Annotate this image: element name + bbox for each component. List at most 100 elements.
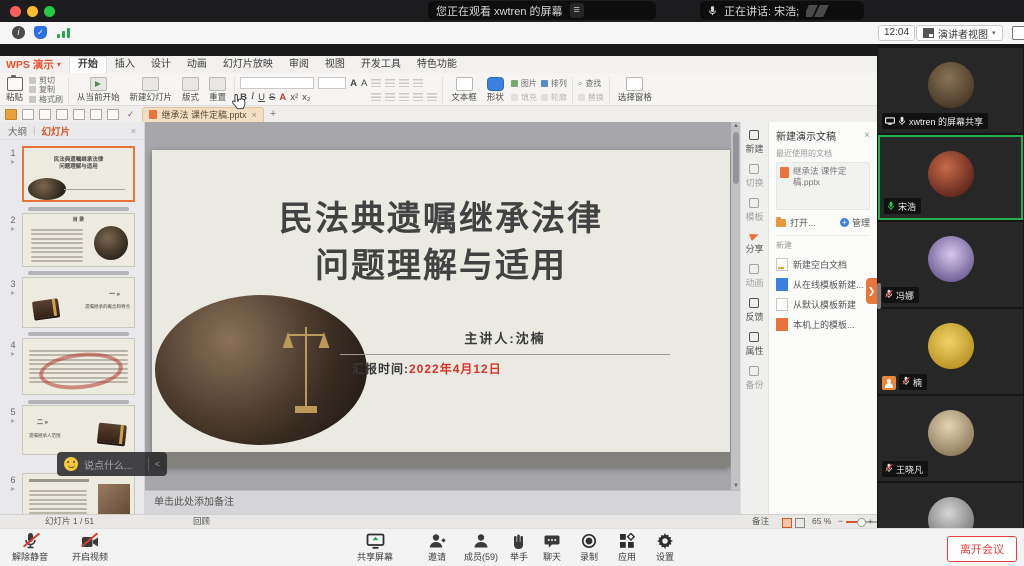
new-blank-doc[interactable]: 新建空白文档	[776, 258, 870, 271]
outline-button[interactable]: 轮廓	[541, 93, 567, 102]
slide-thumb-4[interactable]	[22, 338, 135, 395]
zoom-traffic-light[interactable]	[44, 6, 55, 17]
security-shield-icon[interactable]: ✓	[34, 26, 47, 39]
recent-doc-item[interactable]: 继承法 课件定稿.pptx	[776, 162, 870, 210]
tab-outline[interactable]: 大纲	[8, 124, 27, 138]
participant-tile-screenshare[interactable]: xwtren 的屏幕共享	[878, 48, 1023, 133]
tab-devtools[interactable]: 开发工具	[353, 57, 409, 73]
apps-button[interactable]: 应用	[618, 532, 636, 563]
fullscreen-icon[interactable]	[1012, 26, 1024, 40]
side-tab-template[interactable]: 模板	[745, 198, 763, 223]
leave-meeting-button[interactable]: 离开会议	[947, 536, 1017, 562]
tab-special[interactable]: 特色功能	[409, 57, 465, 73]
slide-thumb-2[interactable]: 目 录	[22, 213, 135, 267]
close-pane-icon[interactable]: ×	[864, 130, 870, 141]
manage-link[interactable]: + 管理	[840, 216, 870, 229]
tab-home[interactable]: 开始	[69, 56, 107, 73]
side-tab-new[interactable]: 新建	[745, 130, 763, 155]
underline-button[interactable]: U	[258, 92, 265, 103]
pane-expand-button[interactable]: ❯	[866, 278, 877, 304]
tab-design[interactable]: 设计	[143, 57, 179, 73]
slideshow-view-icon[interactable]	[795, 518, 805, 528]
side-tab-animation[interactable]: 动画	[745, 264, 763, 289]
tab-insert[interactable]: 插入	[107, 57, 143, 73]
start-video-button[interactable]: 开启视频	[72, 532, 108, 563]
line-spacing-icon[interactable]	[413, 79, 423, 87]
output-icon[interactable]	[39, 109, 51, 120]
canvas-scrollbar[interactable]: ▲ ▼	[731, 122, 740, 490]
notes-placeholder[interactable]: 单击此处添加备注	[145, 490, 740, 514]
chat-quick-input[interactable]: 说点什么... <	[57, 452, 167, 476]
participant-tile-6[interactable]	[878, 483, 1023, 528]
slide-thumb-6[interactable]	[22, 473, 135, 514]
slide-thumb-3[interactable]: 一 » 遗嘱继承的概念和特点	[22, 277, 135, 328]
picture-button[interactable]: 图片	[511, 79, 537, 88]
share-screen-button[interactable]: 共享屏幕	[357, 532, 393, 563]
arrange-button[interactable]: 排列	[541, 79, 567, 88]
paste-button[interactable]: 粘贴	[2, 75, 27, 105]
preview-icon[interactable]	[73, 109, 85, 120]
reset-button[interactable]: 重置	[204, 75, 231, 105]
collapse-chat-icon[interactable]: <	[148, 457, 160, 471]
new-tab-button[interactable]: +	[270, 108, 276, 120]
number-list-icon[interactable]	[385, 79, 395, 87]
undo-icon[interactable]	[90, 109, 102, 120]
settings-button[interactable]: 设置	[656, 532, 674, 563]
find-button[interactable]: ⌕查找	[578, 79, 604, 88]
open-link[interactable]: 打开...	[790, 216, 816, 229]
fill-button[interactable]: 填充	[511, 93, 537, 102]
participant-tile-nan[interactable]: 楠	[878, 309, 1023, 394]
unmute-button[interactable]: 解除静音	[12, 532, 48, 563]
chat-placeholder[interactable]: 说点什么...	[84, 457, 142, 472]
scrollbar-thumb[interactable]	[733, 132, 739, 184]
side-tab-properties[interactable]: 属性	[745, 332, 763, 357]
emoji-icon[interactable]	[64, 457, 78, 471]
zoom-in-button[interactable]: +	[868, 515, 873, 528]
columns-icon[interactable]	[427, 93, 437, 101]
participant-tile-wangxiaofan[interactable]: 王晓凡	[878, 396, 1023, 481]
shapes-button[interactable]: 形状	[482, 75, 509, 105]
print-icon[interactable]	[56, 109, 68, 120]
bullet-list-icon[interactable]	[371, 79, 381, 87]
participant-tile-fengna[interactable]: 冯娜	[878, 222, 1023, 307]
strike-button[interactable]: S	[269, 92, 275, 103]
justify-icon[interactable]	[413, 93, 423, 101]
italic-button[interactable]: I	[251, 92, 254, 103]
copy-button[interactable]: 复制	[29, 85, 63, 94]
format-painter-button[interactable]: 格式刷	[29, 95, 63, 104]
replace-button[interactable]: 替换	[578, 93, 604, 102]
banner-menu-icon[interactable]: ≡	[570, 3, 584, 18]
close-panel-icon[interactable]: ×	[131, 126, 136, 136]
superscript-button[interactable]: x²	[290, 92, 298, 103]
tab-review[interactable]: 审阅	[281, 57, 317, 73]
side-tab-backup[interactable]: 备份	[745, 366, 763, 391]
align-right-icon[interactable]	[399, 93, 409, 101]
close-traffic-light[interactable]	[10, 6, 21, 17]
members-button[interactable]: 成员(59)	[464, 532, 498, 563]
tab-slideshow[interactable]: 幻灯片放映	[215, 57, 281, 73]
normal-view-icon[interactable]	[782, 518, 792, 528]
notes-toggle[interactable]: 备注	[752, 515, 769, 528]
redo-icon[interactable]	[107, 109, 119, 120]
textbox-button[interactable]: 文本框	[446, 75, 482, 105]
minimize-traffic-light[interactable]	[27, 6, 38, 17]
zoom-out-button[interactable]: −	[838, 515, 843, 528]
play-from-current-button[interactable]: 从当前开始	[72, 75, 125, 105]
selection-pane-button[interactable]: 选择窗格	[613, 75, 657, 105]
new-from-online-template[interactable]: 从在线模板新建...	[776, 278, 870, 291]
side-tab-switch[interactable]: 切换	[745, 164, 763, 189]
subscript-button[interactable]: x₂	[302, 92, 310, 103]
grow-font-button[interactable]: A	[350, 78, 357, 89]
new-slide-button[interactable]: 新建幻灯片	[125, 75, 178, 105]
font-name-select[interactable]	[240, 77, 314, 89]
font-color-button[interactable]: A	[279, 92, 286, 103]
record-button[interactable]: 录制	[580, 532, 598, 563]
font-size-select[interactable]	[318, 77, 346, 89]
align-center-icon[interactable]	[385, 93, 395, 101]
open-folder-icon[interactable]	[5, 109, 17, 120]
info-icon[interactable]: i	[12, 26, 25, 39]
local-templates[interactable]: 本机上的模板...	[776, 318, 870, 331]
current-slide[interactable]: 民法典遗嘱继承法律 问题理解与适用 主讲人:沈楠	[152, 150, 730, 467]
tab-view[interactable]: 视图	[317, 57, 353, 73]
invite-button[interactable]: 邀请	[428, 532, 446, 563]
